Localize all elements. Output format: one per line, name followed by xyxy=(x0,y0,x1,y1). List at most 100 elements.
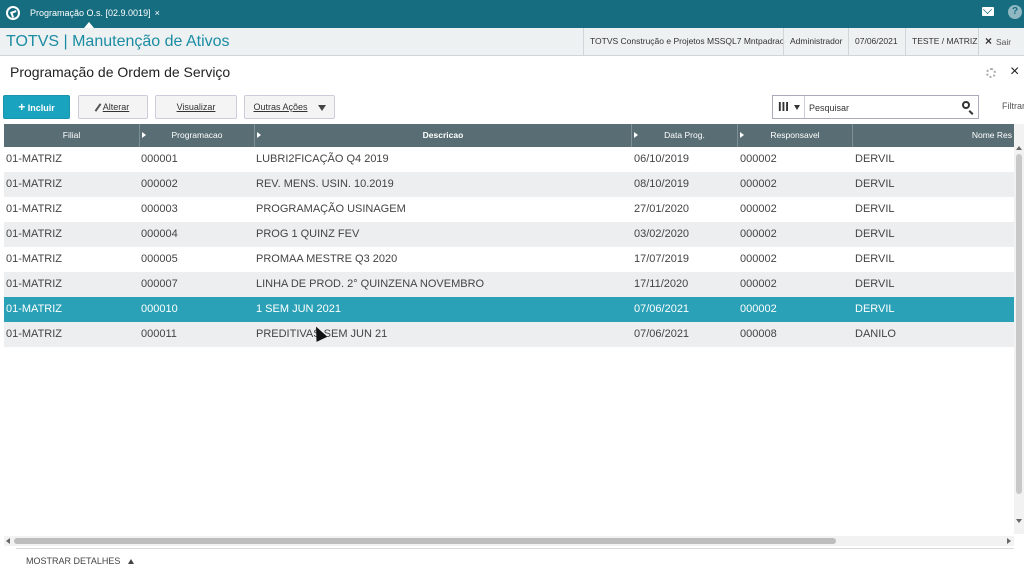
table-row[interactable]: 01-MATRIZ 000001 LUBRI2FICAÇÃO Q4 2019 06/1… xyxy=(4,147,1014,172)
cell-filial: 01-MATRIZ xyxy=(6,153,63,165)
cell-nome-responsavel: DERVIL xyxy=(855,178,895,190)
scroll-down-icon[interactable] xyxy=(1016,519,1022,523)
cell-filial: 01-MATRIZ xyxy=(6,228,63,240)
close-page-icon[interactable]: × xyxy=(1010,64,1019,80)
table-row[interactable]: 01-MATRIZ 000002 REV. MENS. USIN. 10.2019 0… xyxy=(4,172,1014,197)
caret-down-icon xyxy=(794,105,800,110)
company-info: TOTVS Construção e Projetos MSSQL7 Mntpa… xyxy=(583,28,785,56)
table-body: 01-MATRIZ 000001 LUBRI2FICAÇÃO Q4 2019 06/1… xyxy=(4,147,1014,347)
include-button[interactable]: + Incluir xyxy=(3,95,70,119)
cell-filial: 01-MATRIZ xyxy=(6,278,63,290)
edit-button[interactable]: Alterar xyxy=(78,95,148,119)
column-header-responsavel[interactable]: Responsavel xyxy=(738,124,853,147)
sort-icon xyxy=(634,132,638,138)
view-button[interactable]: Visualizar xyxy=(155,95,237,119)
table-row[interactable]: 01-MATRIZ 000007 LINHA DE PROD. 2° QUINZEN… xyxy=(4,272,1014,297)
cell-responsavel: 000002 xyxy=(740,278,777,290)
table-row[interactable]: 01-MATRIZ 000011 PREDITIVAS SEM JUN 21 07/0… xyxy=(4,322,1014,347)
cell-data-prog: 07/06/2021 xyxy=(634,303,690,315)
cell-nome-responsavel: DERVIL xyxy=(855,278,895,290)
columns-toggle[interactable]: III xyxy=(773,96,805,118)
app-header: TOTVS | Manutenção de Ativos TOTVS Const… xyxy=(0,28,1024,56)
mail-icon[interactable] xyxy=(982,7,994,16)
scroll-thumb[interactable] xyxy=(1016,154,1022,494)
cell-responsavel: 000002 xyxy=(740,203,777,215)
cell-responsavel: 000002 xyxy=(740,253,777,265)
cell-programacao: 000005 xyxy=(141,253,178,265)
sort-icon xyxy=(257,132,261,138)
page-title: Programação de Ordem de Serviço xyxy=(10,64,231,80)
tab-close-icon[interactable]: × xyxy=(155,8,160,18)
cell-programacao: 000004 xyxy=(141,228,178,240)
table-row[interactable]: 01-MATRIZ 000010 1 SEM JUN 2021 07/06/2021 0… xyxy=(4,297,1014,322)
cell-responsavel: 000002 xyxy=(740,228,777,240)
column-header-filial[interactable]: Filial xyxy=(4,124,140,147)
filter-link[interactable]: Filtrar xyxy=(1002,101,1024,111)
cell-data-prog: 27/01/2020 xyxy=(634,203,690,215)
cell-data-prog: 17/11/2020 xyxy=(634,278,689,290)
show-details-label: MOSTRAR DETALHES xyxy=(26,556,121,566)
scroll-up-icon[interactable] xyxy=(1016,146,1022,150)
cell-data-prog: 07/06/2021 xyxy=(634,328,690,340)
scroll-left-icon[interactable] xyxy=(6,538,10,544)
cell-programacao: 000010 xyxy=(141,303,178,315)
footer: MOSTRAR DETALHES xyxy=(16,548,1014,574)
cell-descricao: 1 SEM JUN 2021 xyxy=(256,303,341,315)
cell-data-prog: 03/02/2020 xyxy=(634,228,690,240)
search-box: III xyxy=(772,95,979,119)
column-header-descricao[interactable]: Descricao xyxy=(255,124,632,147)
cell-programacao: 000003 xyxy=(141,203,178,215)
cell-descricao: LINHA DE PROD. 2° QUINZENA NOVEMBRO xyxy=(256,278,485,290)
pencil-icon xyxy=(94,103,102,112)
cell-nome-responsavel: DERVIL xyxy=(855,303,895,315)
user-info: Administrador xyxy=(783,28,848,56)
column-header-programacao[interactable]: Programacao xyxy=(140,124,255,147)
app-title: TOTVS | Manutenção de Ativos xyxy=(6,33,230,50)
exit-button[interactable]: × Sair xyxy=(978,28,1024,56)
table-row[interactable]: 01-MATRIZ 000003 PROGRAMAÇÃO USINAGEM 27/01… xyxy=(4,197,1014,222)
cell-nome-responsavel: DERVIL xyxy=(855,228,895,240)
column-header-data-prog[interactable]: Data Prog. xyxy=(632,124,738,147)
search-input[interactable] xyxy=(807,98,961,118)
date-info: 07/06/2021 xyxy=(848,28,905,56)
top-bar: Programação O.s. [02.9.0019] × ? xyxy=(0,0,1024,28)
cell-filial: 01-MATRIZ xyxy=(6,303,63,315)
horizontal-scrollbar[interactable] xyxy=(4,536,1014,546)
totvs-logo-icon[interactable] xyxy=(6,6,20,20)
cell-nome-responsavel: DERVIL xyxy=(855,253,895,265)
cell-programacao: 000002 xyxy=(141,178,178,190)
scroll-thumb-horizontal[interactable] xyxy=(14,538,836,544)
column-header-nome-responsavel[interactable]: Nome Res xyxy=(853,124,1014,147)
gear-icon[interactable] xyxy=(986,68,996,78)
tab-programacao[interactable]: Programação O.s. [02.9.0019] × xyxy=(26,5,166,21)
chevron-up-icon xyxy=(128,559,135,565)
cell-data-prog: 08/10/2019 xyxy=(634,178,690,190)
table-row[interactable]: 01-MATRIZ 000004 PROG 1 QUINZ FEV 03/02/202… xyxy=(4,222,1014,247)
cell-filial: 01-MATRIZ xyxy=(6,253,63,265)
cell-filial: 01-MATRIZ xyxy=(6,203,63,215)
cell-descricao: PROG 1 QUINZ FEV xyxy=(256,228,360,240)
search-icon[interactable] xyxy=(962,101,970,109)
cell-programacao: 000011 xyxy=(141,328,177,340)
sort-icon xyxy=(142,132,146,138)
cell-descricao: REV. MENS. USIN. 10.2019 xyxy=(256,178,394,190)
cell-responsavel: 000002 xyxy=(740,303,777,315)
cell-descricao: PROMAA MESTRE Q3 2020 xyxy=(256,253,398,265)
edit-label: Alterar xyxy=(102,102,130,112)
cell-descricao: PROGRAMAÇÃO USINAGEM xyxy=(256,203,406,215)
other-actions-button[interactable]: Outras Ações xyxy=(244,95,335,119)
show-details-button[interactable]: MOSTRAR DETALHES xyxy=(26,556,135,566)
branch-info: TESTE / MATRIZ xyxy=(905,28,978,56)
vertical-scrollbar[interactable] xyxy=(1014,124,1024,534)
data-grid: Filial Programacao Descricao Data Prog. … xyxy=(4,124,1014,534)
help-icon[interactable]: ? xyxy=(1008,5,1022,19)
sort-icon xyxy=(740,132,744,138)
cell-programacao: 000007 xyxy=(141,278,178,290)
scroll-right-icon[interactable] xyxy=(1007,538,1011,544)
cell-responsavel: 000008 xyxy=(740,328,777,340)
view-label: Visualizar xyxy=(176,102,216,112)
chevron-down-icon xyxy=(317,104,326,111)
cell-nome-responsavel: DERVIL xyxy=(855,203,895,215)
table-row[interactable]: 01-MATRIZ 000005 PROMAA MESTRE Q3 2020 17/0… xyxy=(4,247,1014,272)
cell-data-prog: 17/07/2019 xyxy=(634,253,690,265)
